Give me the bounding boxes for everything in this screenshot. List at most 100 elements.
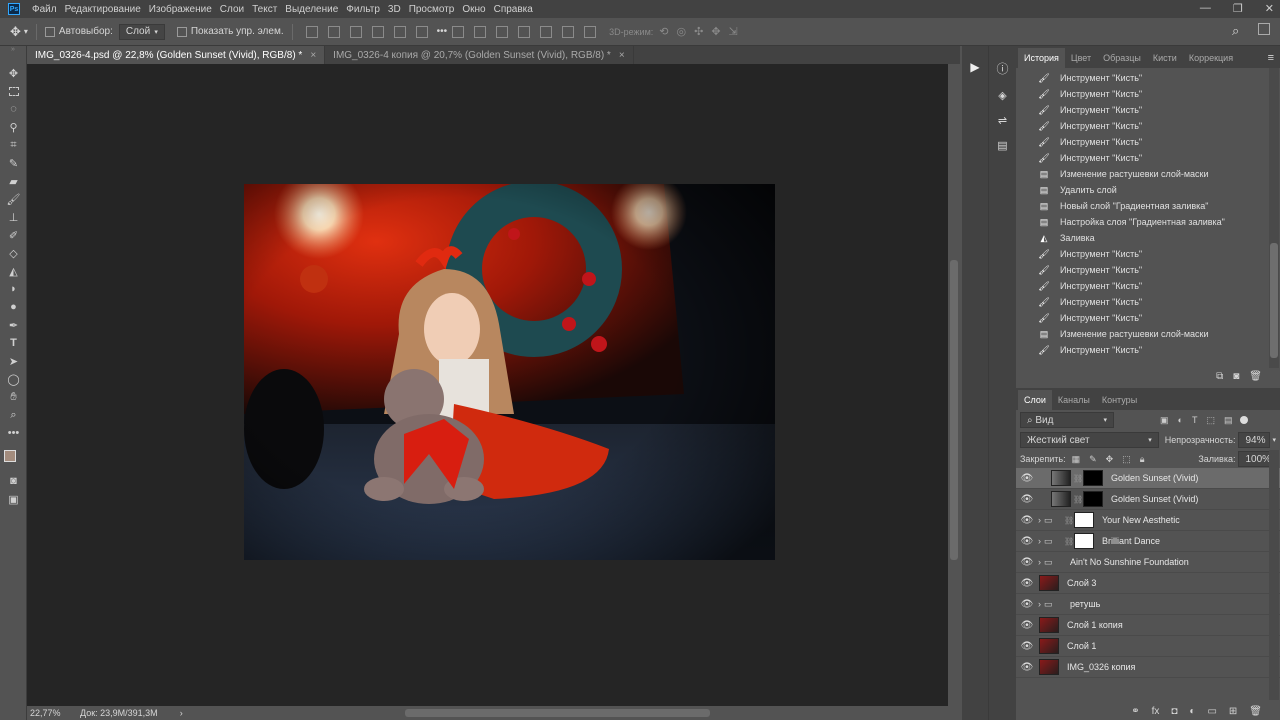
mask-thumbnail[interactable] [1083,491,1103,507]
move-tool-icon[interactable]: ✥ [10,24,21,40]
new-layer-icon[interactable]: ⊞ [1229,706,1237,717]
align-bottom-icon[interactable] [349,25,362,38]
align-top-icon[interactable] [305,25,318,38]
tab-brushes[interactable]: Кисти [1147,48,1183,68]
link-icon[interactable]: ⛓ [1073,495,1083,504]
tool-preset-arrow-icon[interactable]: ▾ [24,27,28,36]
menu-file[interactable]: Файл [32,4,57,15]
link-icon[interactable]: ⛓ [1064,537,1074,546]
layer-row[interactable]: 👁︎ Слой 3 [1016,573,1280,594]
history-brush-tool[interactable]: ✐ [0,226,27,244]
new-document-from-state-icon[interactable]: ⧉ [1216,371,1223,382]
layer-row[interactable]: 👁︎ › ▭ ретушь [1016,594,1280,615]
menu-help[interactable]: Справка [494,4,533,15]
align-vcenter-icon[interactable] [327,25,340,38]
layer-row[interactable]: 👁︎ IMG_0326 копия [1016,657,1280,678]
history-item[interactable]: 🖌︎ Инструмент "Кисть" [1016,342,1280,358]
3d-roll-icon[interactable]: ◎ [677,25,687,38]
opacity-input[interactable]: 94% [1238,432,1271,448]
minimize-button[interactable]: — [1200,2,1211,15]
marquee-tool[interactable] [0,82,27,100]
lasso-tool[interactable]: ◌ [0,100,27,118]
history-item[interactable]: 🖌︎ Инструмент "Кисть" [1016,70,1280,86]
tab-history[interactable]: История [1018,48,1065,68]
close-window-button[interactable]: ✕ [1265,2,1274,15]
pen-tool[interactable]: ✒ [0,316,27,334]
history-item[interactable]: 🖌︎ Инструмент "Кисть" [1016,134,1280,150]
close-tab-icon[interactable]: × [310,50,316,61]
distribute-3-icon[interactable] [496,25,509,38]
fill-input[interactable]: 100% [1238,451,1271,467]
zoom-tool[interactable]: ⌕ [0,406,27,424]
filter-type-icon[interactable]: T [1192,415,1198,426]
layer-row[interactable]: 👁︎ ⛓ Golden Sunset (Vivid) [1016,468,1280,489]
menu-image[interactable]: Изображение [149,4,212,15]
show-controls-checkbox[interactable] [176,26,187,37]
tab-layers[interactable]: Слои [1018,390,1052,410]
properties-icon[interactable]: ◈ [998,89,1006,102]
workspace-icon[interactable] [1258,23,1270,35]
history-item[interactable]: ◭ Заливка [1016,230,1280,246]
layer-thumbnail[interactable] [1039,659,1059,675]
menu-edit[interactable]: Редактирование [65,4,141,15]
layer-row[interactable]: 👁︎ › ▭ ⛓ Brilliant Dance [1016,531,1280,552]
folder-icon[interactable]: ▭ [1207,706,1216,717]
visibility-eye-icon[interactable]: 👁︎ [1019,620,1035,631]
maximize-button[interactable]: ❐ [1233,2,1243,15]
hand-tool[interactable]: ✋︎ [0,388,27,406]
more-tools[interactable]: ••• [0,424,27,442]
layer-row[interactable]: 👁︎ Слой 1 копия [1016,615,1280,636]
menu-window[interactable]: Окно [462,4,485,15]
tab-swatches[interactable]: Образцы [1097,48,1147,68]
filter-toggle-icon[interactable] [1240,416,1249,424]
adjustment-thumbnail[interactable] [1051,470,1071,486]
3d-slide-icon[interactable]: ✥ [711,25,720,38]
vertical-scroll-thumb[interactable] [950,260,958,560]
mask-icon[interactable]: ◘ [1171,706,1177,717]
visibility-eye-icon[interactable]: 👁︎ [1019,473,1035,484]
distribute-6-icon[interactable] [562,25,575,38]
layer-thumbnail[interactable] [1039,575,1059,591]
history-item[interactable]: 🖌︎ Инструмент "Кисть" [1016,262,1280,278]
layer-filter-dropdown[interactable]: ⌕ Вид ▾ [1020,412,1114,428]
filter-adjustment-icon[interactable]: ◐ [1178,415,1183,426]
bucket-tool[interactable]: ◭ [0,262,27,280]
history-item[interactable]: ▤ Изменение растушевки слой-маски [1016,326,1280,342]
tab-color[interactable]: Цвет [1065,48,1097,68]
3d-drag-icon[interactable]: ✣ [694,25,703,38]
document-image[interactable] [244,184,775,560]
distribute-4-icon[interactable] [518,25,531,38]
menu-layers[interactable]: Слои [220,4,244,15]
align-left-icon[interactable] [371,25,384,38]
foreground-color[interactable] [4,450,16,462]
history-item[interactable]: 🖌︎ Инструмент "Кисть" [1016,294,1280,310]
trash-icon[interactable]: 🗑︎ [1249,371,1262,382]
visibility-eye-icon[interactable]: 👁︎ [1019,578,1035,589]
mask-thumbnail[interactable] [1074,533,1094,549]
lock-transparent-icon[interactable]: ▦ [1072,454,1081,465]
layer-row[interactable]: 👁︎ › ▭ ⛓ Your New Aesthetic [1016,510,1280,531]
tab-channels[interactable]: Каналы [1052,390,1096,410]
history-item[interactable]: 🖌︎ Инструмент "Кисть" [1016,278,1280,294]
horizontal-scroll-thumb[interactable] [405,709,710,717]
distribute-5-icon[interactable] [540,25,553,38]
tab-adjustments[interactable]: Коррекция [1183,48,1239,68]
fx-icon[interactable]: fx [1152,706,1160,717]
layers-scrollbar[interactable] [1269,450,1279,700]
layer-row[interactable]: 👁︎ Слой 1 [1016,636,1280,657]
3d-rotate-icon[interactable]: ⟲ [659,25,668,38]
distribute-7-icon[interactable] [584,25,597,38]
visibility-eye-icon[interactable]: 👁︎ [1019,662,1035,673]
brush-tool[interactable]: 🖌︎ [0,190,27,208]
tab-paths[interactable]: Контуры [1096,390,1143,410]
zoom-level[interactable]: 22,77% [30,708,78,718]
visibility-eye-icon[interactable]: 👁︎ [1019,515,1035,526]
menu-3d[interactable]: 3D [388,4,401,15]
document-tab-1[interactable]: IMG_0326-4.psd @ 22,8% (Golden Sunset (V… [27,46,326,64]
menu-type[interactable]: Текст [252,4,277,15]
history-item[interactable]: 🖌︎ Инструмент "Кисть" [1016,118,1280,134]
3d-scale-icon[interactable]: ⇲ [729,25,738,38]
document-tab-2[interactable]: IMG_0326-4 копия @ 20,7% (Golden Sunset … [325,46,634,64]
mask-thumbnail[interactable] [1074,512,1094,528]
close-tab-icon[interactable]: × [619,50,625,61]
